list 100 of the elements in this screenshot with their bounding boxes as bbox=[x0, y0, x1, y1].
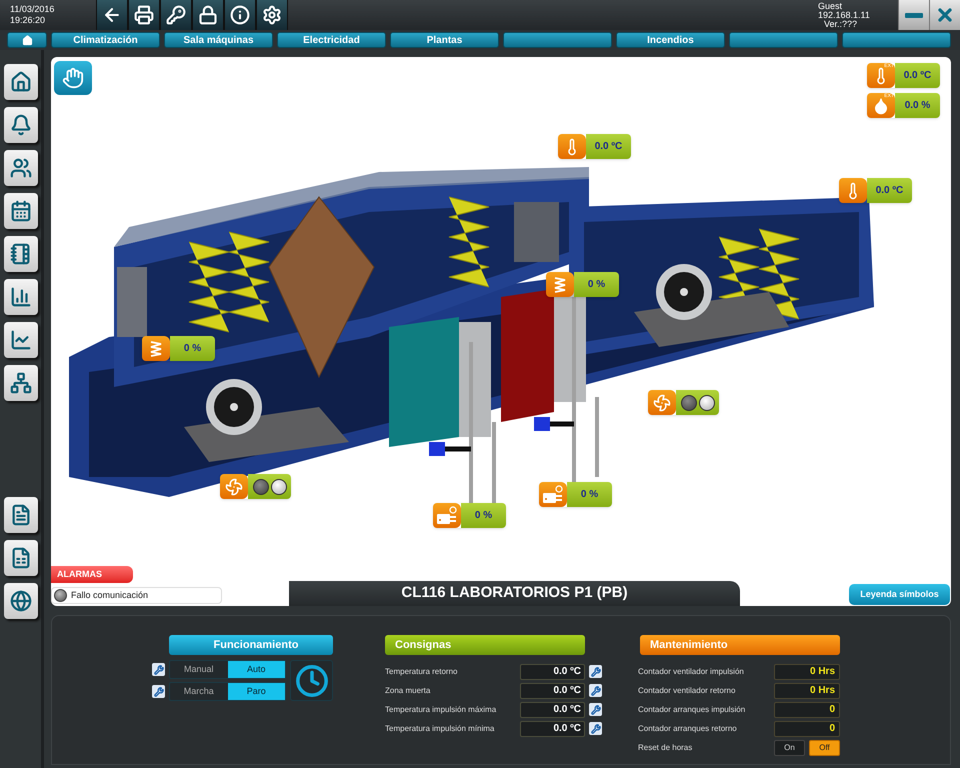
lock-icon bbox=[198, 5, 218, 25]
sidebar-button[interactable] bbox=[4, 322, 38, 358]
alarms-tab[interactable]: ALARMAS bbox=[51, 566, 133, 583]
tools-button[interactable] bbox=[152, 685, 165, 698]
heating-valve-icon bbox=[542, 484, 564, 504]
nav-tab[interactable]: Plantas bbox=[390, 32, 499, 48]
tools-button[interactable] bbox=[589, 703, 602, 716]
nav-tab[interactable]: Incendios bbox=[616, 32, 725, 48]
section-header: Consignas bbox=[385, 635, 585, 655]
toolbar-button[interactable] bbox=[192, 0, 224, 30]
nav-tab[interactable]: Electricidad bbox=[277, 32, 386, 48]
tools-button[interactable] bbox=[589, 665, 602, 678]
page-title: CL116 LABORATORIOS P1 (PB) bbox=[401, 583, 628, 604]
ip-text: 192.168.1.11 bbox=[818, 10, 871, 20]
toolbar-button[interactable] bbox=[96, 0, 128, 30]
sidebar-button[interactable] bbox=[4, 279, 38, 315]
sidebar-button[interactable] bbox=[4, 64, 38, 100]
date-text: 11/03/2016 bbox=[10, 4, 56, 15]
tools-button[interactable] bbox=[589, 722, 602, 735]
toggle-option[interactable]: Marcha bbox=[170, 683, 228, 700]
setpoint-label: Zona muerta bbox=[385, 684, 432, 696]
nav-tab[interactable] bbox=[503, 32, 612, 48]
home-icon bbox=[22, 34, 32, 46]
sidebar-button[interactable] bbox=[4, 236, 38, 272]
home-tab[interactable] bbox=[7, 32, 47, 48]
bell-icon bbox=[10, 114, 32, 136]
user-text: Guest bbox=[818, 2, 844, 10]
sensor-value: 0 % bbox=[184, 342, 202, 356]
bar-chart-icon bbox=[10, 286, 32, 308]
sidebar-button[interactable] bbox=[4, 540, 38, 576]
counter-label: Contador ventilador impulsión bbox=[638, 666, 745, 678]
setpoint-label: Temperatura impulsión máxima bbox=[385, 704, 498, 716]
spreadsheet-icon bbox=[10, 547, 32, 569]
nav-tab[interactable]: Climatización bbox=[51, 32, 160, 48]
wrench-icon bbox=[590, 686, 600, 696]
notebook-icon bbox=[10, 243, 32, 265]
sidebar-button[interactable] bbox=[4, 107, 38, 143]
setpoint-label: Temperatura impulsión mínima bbox=[385, 722, 496, 734]
section-header: Funcionamiento bbox=[169, 635, 333, 655]
sensor-badge[interactable] bbox=[220, 474, 291, 499]
version-text: Ver.:??? bbox=[823, 20, 858, 28]
counter-value: 0 Hrs bbox=[774, 682, 840, 698]
counter-label: Contador ventilador retorno bbox=[638, 684, 736, 696]
legend-button[interactable]: Leyenda símbolos bbox=[849, 584, 950, 605]
wrench-icon bbox=[590, 666, 600, 676]
nav-tab[interactable]: Sala máquinas bbox=[164, 32, 273, 48]
calendar-icon bbox=[10, 200, 32, 222]
sensor-value: 0 % bbox=[580, 488, 598, 502]
sensor-badge[interactable] bbox=[648, 390, 719, 415]
toggle-option[interactable]: Auto bbox=[228, 661, 285, 678]
close-button[interactable] bbox=[929, 0, 960, 30]
info-icon bbox=[230, 5, 250, 25]
schedule-button[interactable] bbox=[290, 660, 333, 701]
wrench-icon bbox=[154, 664, 164, 674]
minimize-button[interactable] bbox=[898, 0, 929, 30]
sensor-value: 0.0 ºC bbox=[594, 140, 622, 154]
toggle-option[interactable]: Paro bbox=[228, 683, 285, 700]
toolbar-button[interactable] bbox=[256, 0, 288, 30]
reset-label: Reset de horas bbox=[638, 742, 694, 754]
sensor-value: 0 % bbox=[474, 509, 492, 523]
reset-option[interactable]: Off bbox=[809, 740, 840, 756]
sensor-value: 0 % bbox=[588, 278, 606, 292]
setpoint-value: 0.0 ºC bbox=[520, 664, 585, 680]
sidebar-button[interactable] bbox=[4, 193, 38, 229]
network-icon bbox=[10, 372, 32, 394]
tools-button[interactable] bbox=[152, 663, 165, 676]
nav-tab[interactable] bbox=[729, 32, 838, 48]
setpoint-value: 0.0 ºC bbox=[520, 720, 585, 736]
damper-icon bbox=[552, 276, 568, 294]
toggle-option[interactable]: Manual bbox=[170, 661, 228, 678]
toolbar-button[interactable] bbox=[224, 0, 256, 30]
sensor-value: 0.0 % bbox=[904, 99, 930, 113]
counter-value: 0 Hrs bbox=[774, 664, 840, 680]
counter-value: 0 bbox=[774, 702, 840, 718]
sidebar-button[interactable] bbox=[4, 150, 38, 186]
tools-button[interactable] bbox=[589, 684, 602, 697]
mode-toggle[interactable]: Manual Auto bbox=[169, 660, 286, 679]
sidebar-button[interactable] bbox=[4, 497, 38, 533]
toolbar-button[interactable] bbox=[160, 0, 192, 30]
toolbar-button[interactable] bbox=[128, 0, 160, 30]
mode-toggle[interactable]: Marcha Paro bbox=[169, 682, 286, 701]
alarm-text: Fallo comunicación bbox=[71, 588, 148, 602]
home-icon bbox=[10, 71, 32, 93]
counter-label: Contador arranques retorno bbox=[638, 722, 738, 734]
setpoint-label: Temperatura retorno bbox=[385, 666, 458, 678]
section-header: Mantenimiento bbox=[640, 635, 840, 655]
wrench-icon bbox=[590, 704, 600, 714]
time-text: 19:26:20 bbox=[10, 15, 46, 26]
nav-tab[interactable] bbox=[842, 32, 951, 48]
sidebar-button[interactable] bbox=[4, 583, 38, 619]
fan-icon bbox=[653, 394, 671, 412]
wrench-icon bbox=[590, 724, 600, 734]
cooling-valve-icon bbox=[436, 506, 458, 526]
alarm-item[interactable]: Fallo comunicación bbox=[51, 587, 222, 604]
settings-icon bbox=[262, 5, 282, 25]
hand-tool-button[interactable] bbox=[54, 61, 92, 95]
reset-option[interactable]: On bbox=[774, 740, 805, 756]
sidebar-button[interactable] bbox=[4, 365, 38, 401]
setpoint-value: 0.0 ºC bbox=[520, 702, 585, 718]
back-icon bbox=[102, 5, 122, 25]
